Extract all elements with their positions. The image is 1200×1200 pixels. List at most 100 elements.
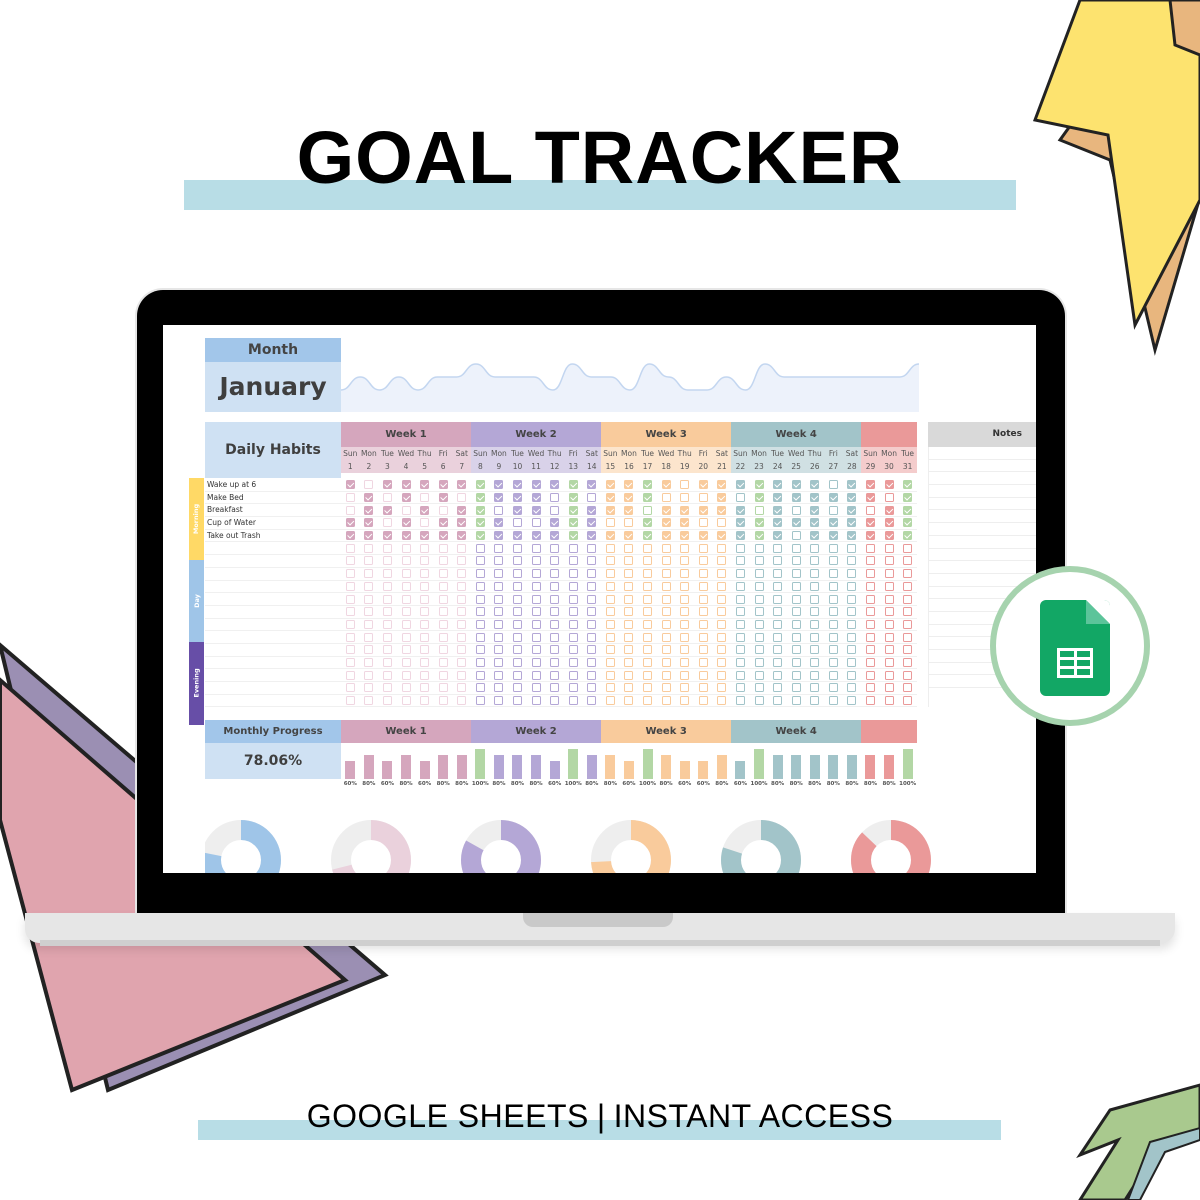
checkbox-unchecked[interactable] <box>401 696 411 706</box>
checkbox-checked[interactable] <box>345 518 355 528</box>
checkbox-checked[interactable] <box>773 505 783 515</box>
checkbox-unchecked[interactable] <box>643 696 653 706</box>
checkbox-unchecked[interactable] <box>773 607 783 617</box>
checkbox-unchecked[interactable] <box>847 683 857 693</box>
checkbox-unchecked[interactable] <box>661 696 671 706</box>
checkbox-unchecked[interactable] <box>754 556 764 566</box>
checkbox-unchecked[interactable] <box>364 556 374 566</box>
checkbox-unchecked[interactable] <box>680 632 690 642</box>
checkbox-unchecked[interactable] <box>512 683 522 693</box>
checkbox-checked[interactable] <box>828 531 838 541</box>
checkbox-checked[interactable] <box>420 531 430 541</box>
checkbox-unchecked[interactable] <box>457 696 467 706</box>
checkbox-unchecked[interactable] <box>494 683 504 693</box>
checkbox-checked[interactable] <box>865 480 875 490</box>
checkbox-unchecked[interactable] <box>754 696 764 706</box>
checkbox-unchecked[interactable] <box>884 543 894 553</box>
checkbox-unchecked[interactable] <box>531 696 541 706</box>
checkbox-unchecked[interactable] <box>568 607 578 617</box>
checkbox-checked[interactable] <box>345 531 355 541</box>
checkbox-unchecked[interactable] <box>438 696 448 706</box>
checkbox-unchecked[interactable] <box>828 632 838 642</box>
checkbox-unchecked[interactable] <box>364 569 374 579</box>
checkbox-unchecked[interactable] <box>420 569 430 579</box>
checkbox-unchecked[interactable] <box>401 543 411 553</box>
checkbox-unchecked[interactable] <box>680 607 690 617</box>
checkbox-checked[interactable] <box>865 493 875 503</box>
checkbox-unchecked[interactable] <box>698 696 708 706</box>
checkbox-unchecked[interactable] <box>680 543 690 553</box>
checkbox-unchecked[interactable] <box>865 607 875 617</box>
checkbox-unchecked[interactable] <box>605 645 615 655</box>
checkbox-unchecked[interactable] <box>810 645 820 655</box>
checkbox-unchecked[interactable] <box>884 493 894 503</box>
checkbox-checked[interactable] <box>624 531 634 541</box>
checkbox-unchecked[interactable] <box>810 569 820 579</box>
checkbox-checked[interactable] <box>698 505 708 515</box>
checkbox-unchecked[interactable] <box>587 657 597 667</box>
checkbox-checked[interactable] <box>643 480 653 490</box>
checkbox-unchecked[interactable] <box>605 556 615 566</box>
checkbox-unchecked[interactable] <box>512 632 522 642</box>
checkbox-unchecked[interactable] <box>698 683 708 693</box>
checkbox-unchecked[interactable] <box>865 581 875 591</box>
checkbox-unchecked[interactable] <box>382 619 392 629</box>
checkbox-unchecked[interactable] <box>550 670 560 680</box>
checkbox-unchecked[interactable] <box>624 619 634 629</box>
checkbox-unchecked[interactable] <box>605 632 615 642</box>
checkbox-unchecked[interactable] <box>810 556 820 566</box>
checkbox-unchecked[interactable] <box>550 607 560 617</box>
checkbox-unchecked[interactable] <box>661 543 671 553</box>
habit-label[interactable] <box>205 581 341 593</box>
checkbox-unchecked[interactable] <box>382 581 392 591</box>
checkbox-unchecked[interactable] <box>661 556 671 566</box>
checkbox-unchecked[interactable] <box>401 645 411 655</box>
checkbox-unchecked[interactable] <box>903 594 913 604</box>
checkbox-unchecked[interactable] <box>345 645 355 655</box>
checkbox-unchecked[interactable] <box>884 619 894 629</box>
checkbox-unchecked[interactable] <box>401 619 411 629</box>
checkbox-unchecked[interactable] <box>680 581 690 591</box>
checkbox-unchecked[interactable] <box>624 670 634 680</box>
checkbox-unchecked[interactable] <box>420 518 430 528</box>
checkbox-unchecked[interactable] <box>345 607 355 617</box>
checkbox-unchecked[interactable] <box>475 581 485 591</box>
checkbox-unchecked[interactable] <box>717 569 727 579</box>
checkbox-unchecked[interactable] <box>345 657 355 667</box>
notes-line[interactable] <box>929 472 1036 486</box>
checkbox-unchecked[interactable] <box>438 670 448 680</box>
checkbox-unchecked[interactable] <box>847 645 857 655</box>
checkbox-unchecked[interactable] <box>791 531 801 541</box>
checkbox-checked[interactable] <box>382 480 392 490</box>
checkbox-unchecked[interactable] <box>717 683 727 693</box>
checkbox-unchecked[interactable] <box>420 632 430 642</box>
checkbox-checked[interactable] <box>401 531 411 541</box>
checkbox-checked[interactable] <box>680 505 690 515</box>
checkbox-unchecked[interactable] <box>605 518 615 528</box>
checkbox-unchecked[interactable] <box>754 569 764 579</box>
checkbox-unchecked[interactable] <box>884 670 894 680</box>
checkbox-unchecked[interactable] <box>661 645 671 655</box>
checkbox-unchecked[interactable] <box>382 594 392 604</box>
checkbox-unchecked[interactable] <box>420 594 430 604</box>
checkbox-unchecked[interactable] <box>457 581 467 591</box>
checkbox-unchecked[interactable] <box>568 543 578 553</box>
checkbox-unchecked[interactable] <box>512 645 522 655</box>
checkbox-unchecked[interactable] <box>773 581 783 591</box>
checkbox-unchecked[interactable] <box>828 657 838 667</box>
checkbox-checked[interactable] <box>457 518 467 528</box>
checkbox-checked[interactable] <box>550 480 560 490</box>
checkbox-unchecked[interactable] <box>773 569 783 579</box>
checkbox-unchecked[interactable] <box>345 569 355 579</box>
checkbox-checked[interactable] <box>903 531 913 541</box>
checkbox-unchecked[interactable] <box>494 632 504 642</box>
checkbox-unchecked[interactable] <box>828 581 838 591</box>
checkbox-unchecked[interactable] <box>717 556 727 566</box>
checkbox-unchecked[interactable] <box>475 594 485 604</box>
notes-line[interactable] <box>929 523 1036 536</box>
checkbox-unchecked[interactable] <box>568 594 578 604</box>
checkbox-unchecked[interactable] <box>643 543 653 553</box>
checkbox-unchecked[interactable] <box>420 556 430 566</box>
checkbox-unchecked[interactable] <box>810 543 820 553</box>
checkbox-unchecked[interactable] <box>420 683 430 693</box>
